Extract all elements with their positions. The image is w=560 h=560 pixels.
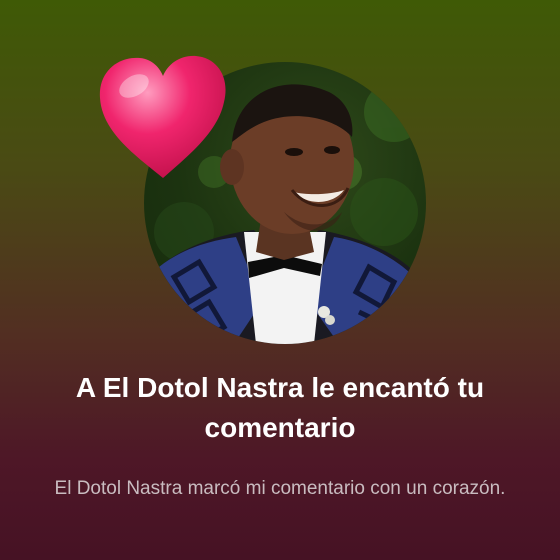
notification-description: El Dotol Nastra marcó mi comentario con … xyxy=(54,478,506,499)
notification-card: A El Dotol Nastra le encantó tu comentar… xyxy=(0,0,560,560)
heart-icon xyxy=(96,52,230,182)
notification-title: A El Dotol Nastra le encantó tu comentar… xyxy=(75,372,485,443)
